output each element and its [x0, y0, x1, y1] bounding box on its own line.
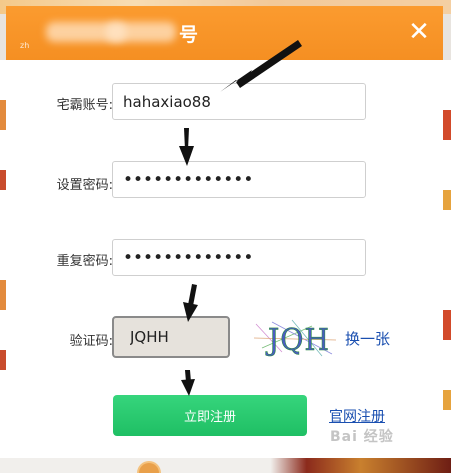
- refresh-captcha-link[interactable]: 换一张: [345, 328, 390, 349]
- register-button[interactable]: 立即注册: [113, 395, 307, 436]
- background-page-right: [443, 60, 451, 473]
- watermark: Bai 经验: [330, 429, 394, 445]
- password-input[interactable]: [112, 161, 366, 198]
- account-label: 宅霸账号:: [56, 98, 113, 113]
- captcha-label: 验证码:: [69, 334, 113, 349]
- register-dialog: zh 号 ✕ 宅霸账号: 设置密码: 重复密码: 验证码: JQH 换一张 立即…: [6, 6, 443, 458]
- close-icon[interactable]: ✕: [405, 18, 433, 46]
- background-page-bottom: [0, 458, 451, 473]
- confirm-password-input[interactable]: [112, 239, 366, 276]
- captcha-image-text: JQH: [265, 323, 330, 358]
- blurred-title-area: [106, 22, 176, 42]
- captcha-image[interactable]: JQH: [252, 318, 338, 358]
- official-register-link[interactable]: 官网注册: [329, 406, 385, 426]
- title-tag: zh: [20, 41, 30, 50]
- confirm-password-label: 重复密码:: [56, 254, 113, 269]
- password-label: 设置密码:: [56, 178, 113, 193]
- captcha-input[interactable]: [112, 316, 230, 358]
- dialog-titlebar: zh 号 ✕: [6, 6, 443, 60]
- account-input[interactable]: [112, 83, 366, 120]
- dialog-title: 号: [179, 24, 199, 46]
